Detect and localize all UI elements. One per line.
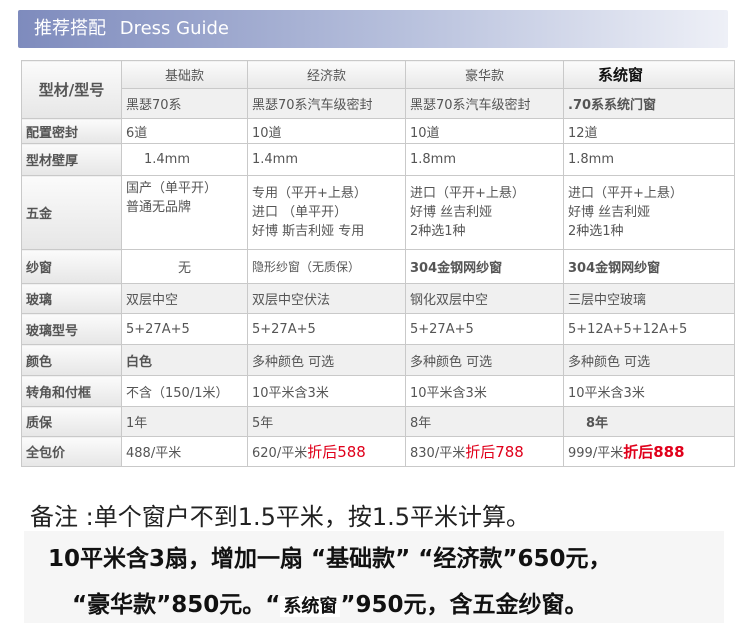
color-cell: 多种颜色 可选 bbox=[247, 344, 406, 376]
screen-cell: 304金钢网纱窗 bbox=[405, 249, 564, 284]
table-row-glass: 玻璃 双层中空 双层中空伏法 钢化双层中空 三层中空玻璃 bbox=[21, 283, 735, 314]
table-row-frame: 转角和付框 不含（150/1米） 10平米含3米 10平米含3米 10平米含3米 bbox=[21, 375, 735, 407]
table-row-columns: 型材/型号 基础款 经济款 豪华款 系统窗 bbox=[21, 60, 735, 119]
header-title-cn: 推荐搭配 bbox=[34, 18, 106, 39]
note-line-3-highlight: 系统窗 bbox=[280, 596, 341, 617]
glass-type-cell: 5+12A+5+12A+5 bbox=[563, 313, 735, 345]
column-header-economy: 经济款 bbox=[247, 60, 406, 89]
screen-cell: 隐形纱窗（无质保） bbox=[247, 249, 406, 284]
thickness-cell: 1.4mm bbox=[121, 143, 248, 176]
column-header-luxury: 豪华款 bbox=[405, 60, 564, 89]
glass-cell: 三层中空玻璃 bbox=[563, 283, 735, 314]
price-cell: 620/平米折后588 bbox=[247, 436, 406, 467]
hardware-line: 进口（平开+上悬） bbox=[568, 186, 683, 201]
frame-cell: 10平米含3米 bbox=[405, 375, 564, 407]
note-line-3: “豪华款”850元。“ 系统窗 ”950元，含五金纱窗。 bbox=[72, 585, 588, 619]
seal-cell: 6道 bbox=[121, 118, 248, 144]
seal-cell: 10道 bbox=[247, 118, 406, 144]
row-label-glass-type: 玻璃型号 bbox=[21, 313, 122, 345]
hardware-line: 专用（平开+上悬） bbox=[252, 186, 367, 201]
table-row-seal: 配置密封 6道 10道 10道 12道 bbox=[21, 118, 735, 144]
warranty-cell: 1年 bbox=[121, 406, 248, 437]
header-title-en: Dress Guide bbox=[119, 18, 230, 39]
screen-cell: 304金钢网纱窗 bbox=[563, 249, 735, 284]
table-row-glass-type: 玻璃型号 5+27A+5 5+27A+5 5+27A+5 5+12A+5+12A… bbox=[21, 313, 735, 345]
hardware-line: 2种选1种 bbox=[410, 224, 466, 239]
price-value: 999/平米 bbox=[568, 446, 624, 461]
row-label-color: 颜色 bbox=[21, 344, 122, 376]
row-label-hardware: 五金 bbox=[21, 175, 122, 250]
hardware-cell: 进口（平开+上悬） 好博 丝吉利娅 2种选1种 bbox=[405, 175, 564, 250]
corner-label: 型材/型号 bbox=[21, 60, 122, 119]
glass-type-cell: 5+27A+5 bbox=[405, 313, 564, 345]
table-row-thickness: 型材壁厚 1.4mm 1.4mm 1.8mm 1.8mm bbox=[21, 143, 735, 176]
note-line-2: 10平米含3扇，增加一扇 “基础款” “经济款”650元， bbox=[48, 546, 612, 572]
warranty-cell: 8年 bbox=[563, 406, 735, 437]
warranty-cell: 8年 bbox=[405, 406, 564, 437]
row-label-thickness: 型材壁厚 bbox=[21, 143, 122, 176]
hardware-cell: 国产（单平开） 普通无品牌 bbox=[121, 175, 248, 250]
hardware-line: 2种选1种 bbox=[568, 224, 624, 239]
price-cell: 999/平米折后888 bbox=[563, 436, 735, 467]
seal-cell: 12道 bbox=[563, 118, 735, 144]
row-label-price: 全包价 bbox=[21, 436, 122, 467]
dress-guide-header: 推荐搭配 Dress Guide bbox=[18, 10, 728, 48]
model-cell: 黑瑟70系汽车级密封 bbox=[405, 88, 564, 119]
warranty-cell: 5年 bbox=[247, 406, 406, 437]
price-cell: 830/平米折后788 bbox=[405, 436, 564, 467]
table-row-warranty: 质保 1年 5年 8年 8年 bbox=[21, 406, 735, 437]
frame-cell: 10平米含3米 bbox=[563, 375, 735, 407]
thickness-cell: 1.8mm bbox=[563, 143, 735, 176]
glass-cell: 双层中空伏法 bbox=[247, 283, 406, 314]
row-label-glass: 玻璃 bbox=[21, 283, 122, 314]
row-label-frame: 转角和付框 bbox=[21, 375, 122, 407]
column-header-system: 系统窗 bbox=[563, 60, 735, 89]
screen-cell: 无 bbox=[121, 249, 248, 284]
frame-cell: 不含（150/1米） bbox=[121, 375, 248, 407]
hardware-line: 好博 丝吉利娅 bbox=[410, 205, 493, 220]
price-value: 620/平米 bbox=[252, 446, 308, 461]
discount-price: 折后588 bbox=[307, 443, 366, 461]
hardware-line: 好博 丝吉利娅 bbox=[568, 205, 651, 220]
row-label-seal: 配置密封 bbox=[21, 118, 122, 144]
discount-price: 折后888 bbox=[623, 443, 685, 461]
price-value: 830/平米 bbox=[410, 446, 466, 461]
glass-type-cell: 5+27A+5 bbox=[247, 313, 406, 345]
note-line-3-end: ”950元，含五金纱窗。 bbox=[340, 592, 588, 618]
hardware-line: 普通无品牌 bbox=[126, 200, 192, 215]
column-header-basic: 基础款 bbox=[121, 60, 248, 89]
color-cell: 多种颜色 可选 bbox=[405, 344, 564, 376]
table-row-screen: 纱窗 无 隐形纱窗（无质保） 304金钢网纱窗 304金钢网纱窗 bbox=[21, 249, 735, 284]
hardware-line: 国产（单平开） bbox=[126, 181, 218, 196]
thickness-cell: 1.4mm bbox=[247, 143, 406, 176]
thickness-cell: 1.8mm bbox=[405, 143, 564, 176]
note-line-3-start: “豪华款”850元。“ bbox=[72, 592, 281, 618]
table-row-models: 黑瑟70系 黑瑟70系汽车级密封 黑瑟70系汽车级密封 .70系系统门窗 bbox=[22, 88, 735, 119]
color-cell: 白色 bbox=[121, 344, 248, 376]
hardware-cell: 专用（平开+上悬） 进口 （单平开） 好博 斯吉利娅 专用 bbox=[247, 175, 406, 250]
hardware-line: 进口（平开+上悬） bbox=[410, 186, 525, 201]
price-cell: 488/平米 bbox=[121, 436, 248, 467]
table-row-color: 颜色 白色 多种颜色 可选 多种颜色 可选 多种颜色 可选 bbox=[21, 344, 735, 376]
discount-price: 折后788 bbox=[465, 443, 524, 461]
glass-cell: 钢化双层中空 bbox=[405, 283, 564, 314]
glass-type-cell: 5+27A+5 bbox=[121, 313, 248, 345]
glass-cell: 双层中空 bbox=[121, 283, 248, 314]
hardware-line: 进口 （单平开） bbox=[252, 205, 348, 220]
table-row-hardware: 五金 国产（单平开） 普通无品牌 专用（平开+上悬） 进口 （单平开） 好博 斯… bbox=[21, 175, 735, 250]
row-label-warranty: 质保 bbox=[21, 406, 122, 437]
note-line-1: 备注 :单个窗户不到1.5平米，按1.5平米计算。 bbox=[30, 503, 531, 531]
table-row-price: 全包价 488/平米 620/平米折后588 830/平米折后788 999/平… bbox=[21, 436, 735, 467]
model-cell: .70系系统门窗 bbox=[563, 88, 735, 119]
model-cell: 黑瑟70系汽车级密封 bbox=[247, 88, 406, 119]
hardware-line: 好博 斯吉利娅 专用 bbox=[252, 224, 365, 239]
seal-cell: 10道 bbox=[405, 118, 564, 144]
dress-guide-table: 型材/型号 基础款 经济款 豪华款 系统窗 黑瑟70系 黑瑟70系汽车级密封 黑… bbox=[21, 60, 735, 467]
row-label-screen: 纱窗 bbox=[21, 249, 122, 284]
color-cell: 多种颜色 可选 bbox=[563, 344, 735, 376]
hardware-cell: 进口（平开+上悬） 好博 丝吉利娅 2种选1种 bbox=[563, 175, 735, 250]
model-cell: 黑瑟70系 bbox=[121, 88, 248, 119]
frame-cell: 10平米含3米 bbox=[247, 375, 406, 407]
